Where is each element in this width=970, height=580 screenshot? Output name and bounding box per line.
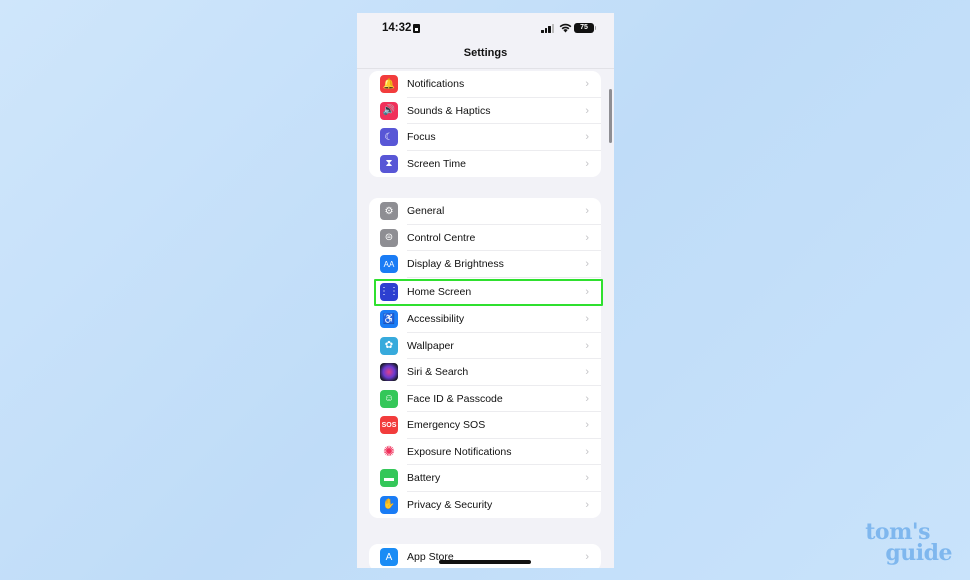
settings-row-label: Accessibility: [407, 313, 465, 326]
chevron-right-icon: ›: [585, 231, 589, 244]
speaker-icon: 🔊: [380, 101, 398, 120]
face-id-icon: ☺: [380, 389, 398, 408]
bell-icon: 🔔: [380, 75, 398, 94]
chevron-right-icon: ›: [585, 445, 589, 458]
toggles-icon: ⊜: [380, 228, 398, 247]
settings-row-label: Screen Time: [407, 157, 466, 170]
chevron-right-icon: ›: [585, 392, 589, 405]
settings-row-general[interactable]: ⚙ General ›: [369, 198, 601, 225]
settings-row-label: Face ID & Passcode: [407, 392, 503, 405]
scrollbar[interactable]: [609, 89, 612, 143]
wifi-icon: [559, 23, 572, 33]
chevron-right-icon: ›: [585, 157, 589, 170]
chevron-right-icon: ›: [585, 551, 589, 564]
siri-icon: ●: [380, 363, 398, 382]
cellular-signal-icon: [541, 24, 555, 33]
settings-row-notifications[interactable]: 🔔 Notifications ›: [369, 71, 601, 98]
settings-row-display-brightness[interactable]: AA Display & Brightness ›: [369, 251, 601, 278]
settings-row-label: Privacy & Security: [407, 498, 493, 511]
settings-row-battery[interactable]: ▬ Battery ›: [369, 465, 601, 492]
accessibility-icon: ♿: [380, 310, 398, 329]
settings-group-3: A App Store ›: [369, 544, 601, 568]
highlight-box-home-screen: [374, 279, 603, 306]
settings-row-label: Wallpaper: [407, 339, 454, 352]
chevron-right-icon: ›: [585, 205, 589, 218]
settings-row-privacy-security[interactable]: ✋ Privacy & Security ›: [369, 492, 601, 519]
chevron-right-icon: ›: [585, 78, 589, 91]
hand-icon: ✋: [380, 495, 398, 514]
exposure-icon: ✺: [380, 442, 398, 461]
settings-row-label: General: [407, 205, 445, 218]
settings-group-2: ⚙ General › ⊜ Control Centre › AA Display & Bri…: [369, 198, 601, 518]
settings-row-label: Siri & Search: [407, 366, 469, 379]
app-store-icon: A: [380, 548, 398, 567]
status-bar: 14:32 75: [357, 13, 614, 45]
chevron-right-icon: ›: [585, 498, 589, 511]
settings-row-label: Display & Brightness: [407, 258, 504, 271]
settings-row-exposure-notifications[interactable]: ✺ Exposure Notifications ›: [369, 439, 601, 465]
settings-row-face-id-passcode[interactable]: ☺ Face ID & Passcode ›: [369, 386, 601, 412]
chevron-right-icon: ›: [585, 258, 589, 271]
sos-icon: SOS: [380, 416, 398, 435]
settings-row-screen-time[interactable]: ⧗ Screen Time ›: [369, 151, 601, 178]
moon-icon: ☾: [380, 128, 398, 147]
page-title: Settings: [463, 47, 508, 59]
chevron-right-icon: ›: [585, 472, 589, 485]
hourglass-icon: ⧗: [380, 154, 398, 173]
chevron-right-icon: ›: [585, 366, 589, 379]
chevron-right-icon: ›: [585, 104, 589, 117]
settings-row-label: Control Centre: [407, 231, 476, 244]
settings-row-label: Emergency SOS: [407, 419, 486, 432]
settings-row-label: Sounds & Haptics: [407, 104, 491, 117]
battery-icon: ▬: [380, 469, 398, 488]
battery-indicator: 75: [574, 23, 596, 33]
text-size-icon: AA: [380, 255, 398, 274]
chevron-right-icon: ›: [585, 339, 589, 352]
toms-guide-logo: tom's guide: [852, 521, 952, 566]
settings-row-app-store[interactable]: A App Store ›: [369, 544, 601, 568]
settings-row-focus[interactable]: ☾ Focus ›: [369, 124, 601, 151]
settings-row-wallpaper[interactable]: ✿ Wallpaper ›: [369, 333, 601, 359]
nav-divider: [357, 68, 614, 69]
home-indicator[interactable]: [439, 560, 531, 564]
flower-icon: ✿: [380, 336, 398, 355]
settings-row-siri-search[interactable]: ● Siri & Search ›: [369, 359, 601, 386]
settings-row-control-centre[interactable]: ⊜ Control Centre ›: [369, 225, 601, 251]
chevron-right-icon: ›: [585, 313, 589, 326]
contact-card-icon: [413, 24, 420, 33]
settings-row-label: Exposure Notifications: [407, 445, 512, 458]
settings-group-1: 🔔 Notifications › 🔊 Sounds & Haptics › ☾ Focus ›…: [369, 71, 601, 177]
settings-row-label: Battery: [407, 472, 441, 485]
gear-icon: ⚙: [380, 202, 398, 221]
settings-row-emergency-sos[interactable]: SOS Emergency SOS ›: [369, 412, 601, 439]
chevron-right-icon: ›: [585, 419, 589, 432]
settings-row-label: Notifications: [407, 78, 465, 91]
settings-row-sounds-haptics[interactable]: 🔊 Sounds & Haptics ›: [369, 98, 601, 124]
settings-row-label: Focus: [407, 131, 436, 144]
chevron-right-icon: ›: [585, 131, 589, 144]
logo-line-2: guide: [885, 539, 952, 566]
status-time: 14:32: [382, 22, 412, 34]
settings-row-accessibility[interactable]: ♿ Accessibility ›: [369, 306, 601, 333]
